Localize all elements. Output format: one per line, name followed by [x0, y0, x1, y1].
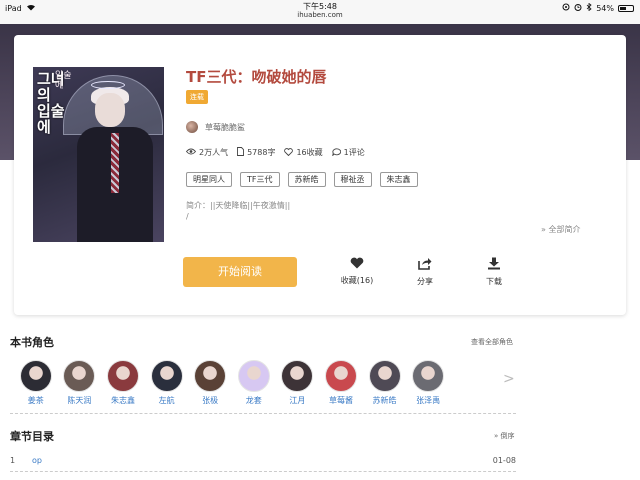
- author[interactable]: 草莓脆脆鲨: [186, 121, 245, 133]
- book-title: TF三代：吻破她的唇: [186, 68, 327, 86]
- stat-comments: 1评论: [331, 147, 365, 158]
- stat-words: 5788字: [237, 147, 275, 158]
- chapter-date: 01-08: [492, 456, 516, 465]
- stat-popularity: 2万人气: [185, 147, 228, 158]
- characters-section-title: 本书角色: [10, 336, 54, 349]
- document-icon: [237, 147, 245, 158]
- bluetooth-icon: [586, 2, 592, 13]
- cover-figure-face: [95, 93, 125, 127]
- tag-item[interactable]: 穆祉丞: [333, 172, 372, 187]
- character-name[interactable]: 朱志鑫: [101, 395, 145, 406]
- chapters-section-title: 章节目录: [10, 430, 54, 443]
- character-avatar[interactable]: [194, 360, 227, 392]
- author-avatar[interactable]: [186, 121, 198, 133]
- character-avatar[interactable]: [412, 360, 445, 392]
- character-name[interactable]: 苏新皓: [363, 395, 407, 406]
- character-name[interactable]: 张极: [188, 395, 232, 406]
- character-name[interactable]: 龙套: [232, 395, 276, 406]
- cover-figure-tie: [111, 133, 119, 193]
- favorite-label: 收藏(16): [340, 276, 374, 285]
- download-icon: [464, 257, 524, 270]
- character-item[interactable]: 苏新皓: [363, 360, 407, 406]
- chevron-double-down-icon: »: [494, 432, 499, 440]
- character-name[interactable]: 左航: [145, 395, 189, 406]
- url-bar[interactable]: ihuaben.com: [0, 11, 640, 20]
- book-card: 그녀의 입술에 입술에 TF三代：吻破她的唇 连载 草莓脆脆鲨 2万人气 578…: [14, 35, 626, 315]
- character-name[interactable]: 江月: [276, 395, 320, 406]
- chevron-double-down-icon: »: [541, 225, 546, 234]
- character-item[interactable]: 朱志鑫: [101, 360, 145, 406]
- character-avatar[interactable]: [368, 360, 401, 392]
- sort-toggle[interactable]: » 倒序: [494, 431, 515, 441]
- stat-favorites: 16收藏: [284, 147, 323, 158]
- tag-item[interactable]: 朱志鑫: [379, 172, 418, 187]
- character-avatar[interactable]: [237, 360, 270, 392]
- book-cover[interactable]: 그녀의 입술에 입술에: [33, 67, 164, 242]
- share-label: 分享: [417, 277, 433, 286]
- heart-outline-icon: [284, 147, 294, 158]
- character-name[interactable]: 陈天润: [58, 395, 102, 406]
- chevron-right-icon[interactable]: >: [503, 371, 515, 387]
- eye-icon: [185, 148, 197, 157]
- more-intro-link[interactable]: » 全部简介: [541, 224, 580, 235]
- character-item[interactable]: 左航: [145, 360, 189, 406]
- view-all-characters-link[interactable]: 查看全部角色: [471, 337, 513, 347]
- character-avatar[interactable]: [106, 360, 139, 392]
- alarm-icon: [574, 3, 582, 13]
- status-badge: 连载: [186, 90, 208, 104]
- book-intro-extra: /: [186, 212, 189, 221]
- character-name[interactable]: 姜茶: [14, 395, 58, 406]
- start-reading-button[interactable]: 开始阅读: [183, 257, 297, 287]
- character-item[interactable]: 草莓酱: [319, 360, 363, 406]
- character-avatar[interactable]: [63, 360, 96, 392]
- author-name[interactable]: 草莓脆脆鲨: [205, 122, 245, 133]
- character-avatar[interactable]: [150, 360, 183, 392]
- tag-item[interactable]: 明星同人: [186, 172, 232, 187]
- cover-title-small: 입술에: [55, 71, 72, 91]
- share-button[interactable]: 分享: [395, 257, 455, 287]
- battery-percent: 54%: [596, 3, 614, 13]
- character-item[interactable]: 姜茶: [14, 360, 58, 406]
- character-list: 姜茶 陈天润 朱志鑫 左航 张极 龙套 江月 草莓酱 苏新皓 张泽禹: [14, 360, 450, 406]
- tag-item[interactable]: TF三代: [240, 172, 280, 187]
- character-avatar[interactable]: [19, 360, 52, 392]
- character-name[interactable]: 草莓酱: [319, 395, 363, 406]
- location-icon: [562, 3, 570, 13]
- character-item[interactable]: 张极: [188, 360, 232, 406]
- chapter-number: 1: [10, 456, 16, 465]
- character-item[interactable]: 张泽禹: [406, 360, 450, 406]
- clock: 下午5:48: [303, 2, 337, 11]
- comment-icon: [331, 147, 341, 158]
- character-avatar[interactable]: [281, 360, 314, 392]
- download-label: 下载: [486, 277, 502, 286]
- cover-halo: [91, 81, 125, 89]
- character-avatar[interactable]: [324, 360, 357, 392]
- divider: [10, 413, 516, 414]
- battery-icon: [618, 4, 634, 12]
- status-bar: iPad 下午5:48 ihuaben.com 54%: [0, 0, 640, 24]
- divider: [10, 471, 516, 472]
- book-stats: 2万人气 5788字 16收藏 1评论: [185, 147, 365, 158]
- character-item[interactable]: 龙套: [232, 360, 276, 406]
- character-item[interactable]: 江月: [276, 360, 320, 406]
- tag-list: 明星同人 TF三代 苏新皓 穆祉丞 朱志鑫: [186, 172, 418, 187]
- book-intro: 简介：||天使降临||午夜激情||: [186, 201, 291, 210]
- favorite-button[interactable]: 收藏(16): [327, 257, 387, 286]
- character-name[interactable]: 张泽禹: [406, 395, 450, 406]
- download-button[interactable]: 下载: [464, 257, 524, 287]
- character-item[interactable]: 陈天润: [58, 360, 102, 406]
- tag-item[interactable]: 苏新皓: [287, 172, 326, 187]
- heart-icon: [327, 257, 387, 269]
- share-icon: [395, 257, 455, 270]
- chapter-title[interactable]: op: [32, 456, 42, 465]
